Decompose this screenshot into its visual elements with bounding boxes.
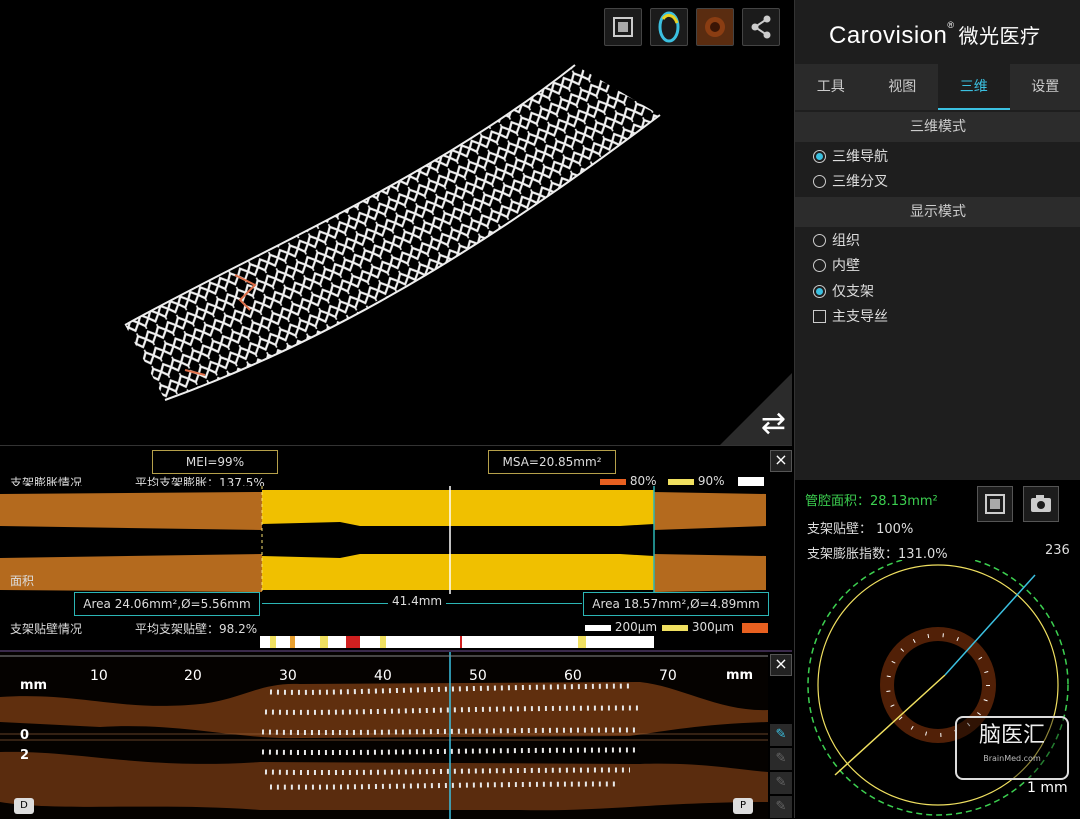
close-longitudinal-button[interactable]: ×: [770, 654, 792, 676]
tissue-view-icon: [697, 9, 733, 45]
tick-20: 20: [184, 668, 202, 684]
distal-marker[interactable]: D: [14, 798, 34, 814]
lumen-area-label: 管腔面积：: [805, 494, 870, 509]
option-label: 主支导丝: [832, 309, 888, 325]
tab-3d[interactable]: 三维: [938, 64, 1010, 110]
option-label: 三维分叉: [832, 174, 888, 190]
watermark-sub: BrainMed.com: [957, 754, 1067, 763]
lumen-area: 管腔面积：28.13mm²: [805, 490, 938, 509]
lumen-area-value: 28.13mm²: [870, 494, 938, 509]
stent-length: 41.4mm: [388, 594, 446, 608]
right-area-measurement: Area 18.57mm²,Ø=4.89mm: [583, 592, 769, 616]
tab-settings[interactable]: 设置: [1010, 64, 1080, 110]
share-icon: [743, 9, 779, 45]
longitudinal-panel: MEI=99% MSA=20.85mm² × 支架膨胀情况 平均支架膨胀：137…: [0, 445, 792, 819]
cross-fullscreen-button[interactable]: [977, 486, 1013, 522]
tool-icon-4[interactable]: ✎: [770, 796, 792, 818]
legend-300-swatch: [662, 625, 688, 631]
fullscreen-icon: [978, 487, 1012, 521]
legend-90-swatch: [668, 479, 694, 485]
camera-icon: [1024, 487, 1058, 521]
apposition-title: 支架贴壁情况: [10, 620, 82, 637]
legend-high-swatch: [742, 623, 768, 633]
radio-selected-icon[interactable]: [813, 150, 826, 163]
brand-logo: Carovision® 微光医疗: [829, 20, 1041, 50]
tab-bar: 工具 视图 三维 设置: [795, 64, 1080, 110]
option-3d-navigation[interactable]: 三维导航: [813, 146, 888, 168]
tissue-view-button[interactable]: [696, 8, 734, 46]
rotate-icon[interactable]: ⇄: [761, 409, 786, 439]
tab-view[interactable]: 视图: [867, 64, 939, 110]
area-label: 面积: [10, 572, 34, 589]
option-label: 仅支架: [832, 284, 874, 300]
option-lumen-wall[interactable]: 内壁: [813, 255, 860, 277]
option-label: 三维导航: [832, 149, 888, 165]
option-label: 内壁: [832, 258, 860, 274]
tab-tools[interactable]: 工具: [795, 64, 867, 110]
scale-bar-label: 1 mm: [1027, 780, 1068, 796]
watermark-text: 脑医汇: [957, 718, 1067, 754]
brand-reg: ®: [947, 20, 954, 30]
brand-name: Carovision: [829, 22, 947, 49]
stent-3d-view[interactable]: ⇄: [0, 0, 792, 445]
ring-view-button[interactable]: [650, 8, 688, 46]
option-3d-bifurcation[interactable]: 三维分叉: [813, 171, 888, 193]
apposition-bar: [260, 636, 654, 648]
msa-label: MSA=20.85mm²: [488, 450, 616, 474]
tick-30: 30: [279, 668, 297, 684]
tick-40: 40: [374, 668, 392, 684]
tool-icon-3[interactable]: ✎: [770, 772, 792, 794]
mm-label-left: mm: [20, 678, 47, 693]
frame-number: 236: [1045, 543, 1070, 558]
tick-10: 10: [90, 668, 108, 684]
legend-200-label: 200μm: [615, 620, 657, 634]
mei-label: MEI=99%: [152, 450, 278, 474]
share-button[interactable]: [742, 8, 780, 46]
tick-50: 50: [469, 668, 487, 684]
checkbox-icon[interactable]: [813, 310, 826, 323]
brand-chinese: 微光医疗: [959, 26, 1041, 48]
area-profile-chart: [0, 486, 766, 596]
close-expansion-button[interactable]: ×: [770, 450, 792, 472]
left-area-measurement: Area 24.06mm²,Ø=5.56mm: [74, 592, 260, 616]
legend-200-swatch: [585, 625, 611, 631]
radio-icon[interactable]: [813, 234, 826, 247]
fullscreen-button[interactable]: [604, 8, 642, 46]
settings-panel: Carovision® 微光医疗 工具 视图 三维 设置 三维模式 三维导航 三维…: [794, 0, 1080, 480]
snapshot-button[interactable]: [1023, 486, 1059, 522]
legend-300-label: 300μm: [692, 620, 734, 634]
legend-300: 300μm: [662, 620, 768, 634]
ring-view-icon: [651, 9, 687, 45]
stent-3d-render: [0, 0, 792, 445]
tick-60: 60: [564, 668, 582, 684]
cross-apposition: 支架贴壁： 100%: [807, 518, 913, 537]
display-mode-title: 显示模式: [795, 197, 1080, 227]
legend-100-swatch: [738, 477, 764, 487]
option-main-guidewire[interactable]: 主支导丝: [813, 306, 888, 328]
option-label: 组织: [832, 233, 860, 249]
watermark-box: 脑医汇 BrainMed.com: [955, 716, 1069, 780]
tick-70: 70: [659, 668, 677, 684]
mm-label-right: mm: [726, 668, 753, 683]
radio-icon[interactable]: [813, 259, 826, 272]
legend-80-swatch: [600, 479, 626, 485]
option-tissue[interactable]: 组织: [813, 230, 860, 252]
depth-two: 2: [20, 748, 29, 763]
legend-200: 200μm: [585, 620, 657, 634]
depth-zero: 0: [20, 728, 29, 743]
option-stent-only[interactable]: 仅支架: [813, 281, 874, 303]
mode3d-title: 三维模式: [795, 112, 1080, 142]
radio-icon[interactable]: [813, 175, 826, 188]
fullscreen-icon: [605, 9, 641, 45]
apposition-average: 平均支架贴壁：98.2%: [135, 620, 257, 637]
cross-section-panel: 管腔面积：28.13mm² 支架贴壁： 100% 支架膨胀指数：131.0% 2…: [794, 480, 1080, 818]
pin-icon[interactable]: ✎: [770, 724, 792, 746]
radio-selected-icon[interactable]: [813, 285, 826, 298]
tool-icon-2[interactable]: ✎: [770, 748, 792, 770]
proximal-marker[interactable]: P: [733, 798, 753, 814]
